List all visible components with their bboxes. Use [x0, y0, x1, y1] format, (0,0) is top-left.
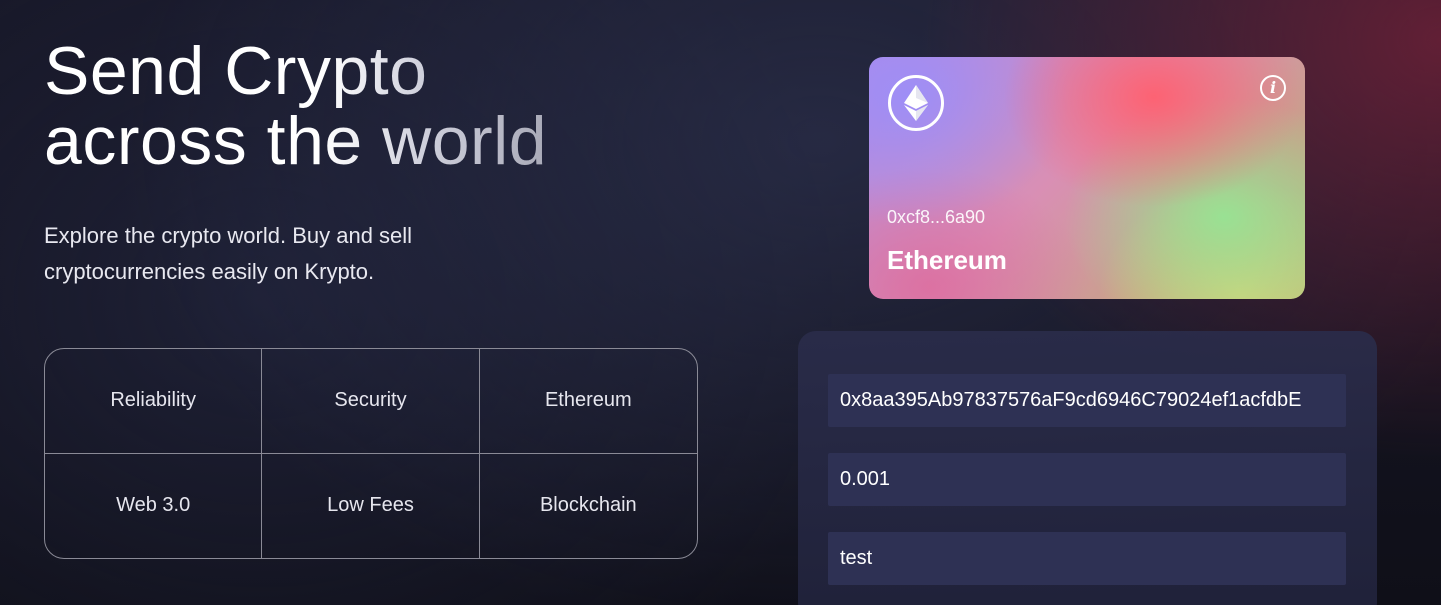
headline-line-2: across the world: [44, 103, 548, 179]
send-form: [798, 331, 1377, 605]
feature-ethereum: Ethereum: [479, 349, 697, 454]
info-icon[interactable]: i: [1260, 75, 1286, 101]
features-grid: Reliability Security Ethereum Web 3.0 Lo…: [44, 348, 698, 559]
feature-blockchain: Blockchain: [539, 494, 637, 517]
ethereum-card: i 0xcf8...6a90 Ethereum: [869, 57, 1305, 299]
hero-subtitle: Explore the crypto world. Buy and sell c…: [44, 223, 413, 284]
hero-headline: Send Crypto across the world: [44, 36, 547, 176]
feature-web3: Web 3.0: [45, 453, 263, 558]
feature-reliability: Reliability: [45, 349, 263, 454]
feature-security: Security: [262, 349, 480, 454]
ethereum-icon: [888, 75, 944, 131]
keyword-input[interactable]: [828, 532, 1346, 585]
address-input[interactable]: [828, 374, 1346, 427]
headline-line-1: Send Crypto: [44, 33, 428, 109]
amount-input[interactable]: [828, 453, 1346, 506]
wallet-address: 0xcf8...6a90: [887, 207, 986, 227]
network-name: Ethereum: [887, 245, 1007, 275]
feature-low-fees: Low Fees: [262, 453, 480, 558]
